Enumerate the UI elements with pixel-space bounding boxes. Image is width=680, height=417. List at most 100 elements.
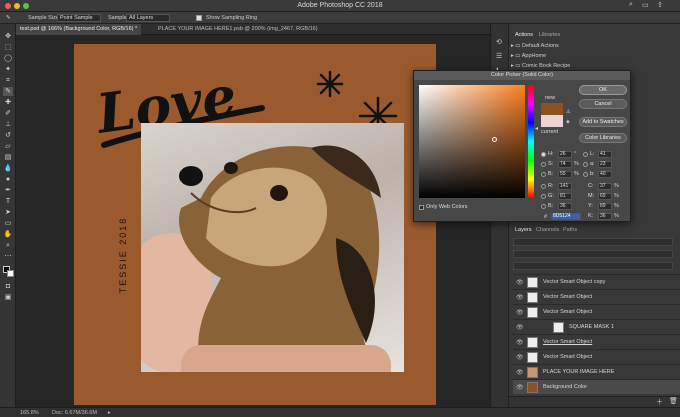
color-field[interactable] — [419, 85, 525, 198]
m-label: M: — [588, 193, 595, 199]
a-field[interactable]: 23 — [598, 161, 612, 168]
color-picker-dialog: Color Picker (Solid Color) ◂ new current… — [413, 70, 631, 222]
lab-b-radio[interactable] — [583, 172, 588, 177]
rgb-g-radio[interactable] — [541, 194, 546, 199]
hex-label: # — [544, 214, 548, 220]
layer-thumbnail — [553, 322, 564, 333]
lab-a-radio[interactable] — [583, 162, 588, 167]
out-of-gamut-warning-icon[interactable]: ⚠ — [566, 109, 570, 115]
tab-paths[interactable]: Paths — [563, 227, 577, 233]
layer-name: Background Color — [543, 384, 588, 390]
tab-layers[interactable]: Layers — [515, 227, 532, 233]
layer-name: Vector Smart Object — [543, 294, 593, 300]
b-field[interactable]: 55 — [558, 171, 572, 178]
hue-slider-arrow-icon[interactable]: ◂ — [535, 125, 538, 132]
b-unit: % — [574, 171, 579, 177]
h-field[interactable]: 26 — [558, 151, 572, 158]
add-to-swatches-button[interactable]: Add to Swatches — [579, 117, 627, 127]
color-field-marker[interactable] — [492, 137, 497, 142]
layer-name: SQUARE MASK 1 — [569, 324, 614, 330]
action-set-default[interactable]: ▸ ▭ Default Actions — [511, 43, 651, 52]
k-label: K: — [588, 213, 594, 219]
layer-row[interactable]: 👁 Vector Smart Object copy — [513, 274, 680, 289]
blue-label: B: — [548, 203, 554, 209]
layer-name: Vector Smart Object — [543, 309, 593, 315]
visibility-icon[interactable]: 👁 — [516, 354, 524, 361]
properties-panel-icon[interactable]: ☰ — [496, 52, 502, 60]
web-safe-cube-icon[interactable]: ◈ — [566, 119, 570, 125]
action-set-apphome[interactable]: ▸ ▭ AppHome — [511, 53, 651, 62]
a-label: a: — [590, 161, 595, 167]
layer-name: Vector Smart Object — [543, 339, 593, 345]
zoom-level[interactable]: 165.8% — [20, 410, 39, 416]
lab-b-field[interactable]: 40 — [598, 171, 612, 178]
layer-row-selected[interactable]: 👁 Background Color — [513, 379, 680, 394]
l-field[interactable]: 41 — [598, 151, 612, 158]
hue-slider[interactable] — [528, 85, 534, 198]
layer-row[interactable]: 👁 SQUARE MASK 1 — [513, 319, 680, 334]
r-field[interactable]: 141 — [558, 183, 572, 190]
hsb-s-radio[interactable] — [541, 162, 546, 167]
vertical-caption: TESSIE 2018 — [118, 216, 128, 294]
s-field[interactable]: 74 — [558, 161, 572, 168]
rgb-r-radio[interactable] — [541, 184, 546, 189]
r-label: R: — [548, 183, 554, 189]
visibility-icon[interactable]: 👁 — [516, 369, 524, 376]
layer-row[interactable]: 👁 Vector Smart Object — [513, 289, 680, 304]
c-field[interactable]: 37 — [598, 183, 612, 190]
current-label: current — [541, 129, 559, 135]
hsb-h-radio[interactable] — [541, 152, 546, 157]
layer-name: Vector Smart Object — [543, 354, 593, 360]
h-unit: ° — [574, 151, 577, 157]
visibility-icon[interactable]: 👁 — [516, 384, 524, 391]
layer-row[interactable]: 👁 Vector Smart Object — [513, 334, 680, 349]
layer-thumbnail — [527, 382, 538, 393]
action-label: Comic Book Recipe — [522, 63, 571, 69]
s-unit: % — [574, 161, 579, 167]
tab-channels[interactable]: Channels — [536, 227, 559, 233]
m-unit: % — [614, 193, 619, 199]
dog-photo[interactable] — [141, 123, 404, 372]
visibility-icon[interactable]: 👁 — [516, 309, 524, 316]
lab-l-radio[interactable] — [583, 152, 588, 157]
tab-actions[interactable]: Actions — [515, 32, 533, 38]
only-web-colors-checkbox[interactable] — [419, 205, 424, 210]
visibility-icon[interactable]: 👁 — [516, 279, 524, 286]
current-color-swatch[interactable] — [541, 115, 563, 127]
layer-name: PLACE YOUR IMAGE HERE — [543, 369, 615, 375]
tab-libraries[interactable]: Libraries — [539, 32, 560, 38]
hsb-b-radio[interactable] — [541, 172, 546, 177]
history-panel-icon[interactable]: ⟲ — [496, 38, 502, 46]
layers-footer — [509, 396, 680, 407]
blue-field[interactable]: 36 — [558, 203, 572, 210]
hex-field[interactable]: 8D5124 — [551, 213, 581, 220]
rgb-b-radio[interactable] — [541, 204, 546, 209]
blend-mode-controls[interactable] — [513, 250, 673, 258]
c-label: C: — [588, 183, 594, 189]
color-libraries-button[interactable]: Color Libraries — [579, 133, 627, 143]
visibility-icon[interactable]: 👁 — [516, 339, 524, 346]
layer-name: Vector Smart Object copy — [543, 279, 606, 285]
new-label: new — [545, 95, 556, 101]
g-field[interactable]: 81 — [558, 193, 572, 200]
new-layer-icon[interactable]: ＋ — [656, 397, 663, 407]
layer-filter-controls[interactable] — [513, 238, 673, 246]
delete-layer-icon[interactable]: 🗑 — [669, 397, 678, 405]
y-label: Y: — [588, 203, 593, 209]
y-field[interactable]: 89 — [598, 203, 612, 210]
lock-controls[interactable] — [513, 262, 673, 270]
status-arrow-icon[interactable]: ▸ — [108, 410, 111, 416]
k-field[interactable]: 36 — [598, 213, 612, 220]
layer-row[interactable]: 👁 Vector Smart Object — [513, 304, 680, 319]
cancel-button[interactable]: Cancel — [579, 99, 627, 109]
m-field[interactable]: 69 — [598, 193, 612, 200]
visibility-icon[interactable]: 👁 — [516, 324, 524, 331]
layer-row[interactable]: 👁 Vector Smart Object — [513, 349, 680, 364]
layer-row[interactable]: 👁 PLACE YOUR IMAGE HERE — [513, 364, 680, 379]
visibility-icon[interactable]: 👁 — [516, 294, 524, 301]
ok-button[interactable]: OK — [579, 85, 627, 95]
c-unit: % — [614, 183, 619, 189]
layer-thumbnail — [527, 277, 538, 288]
new-color-swatch — [541, 103, 563, 115]
layer-thumbnail — [527, 367, 538, 378]
